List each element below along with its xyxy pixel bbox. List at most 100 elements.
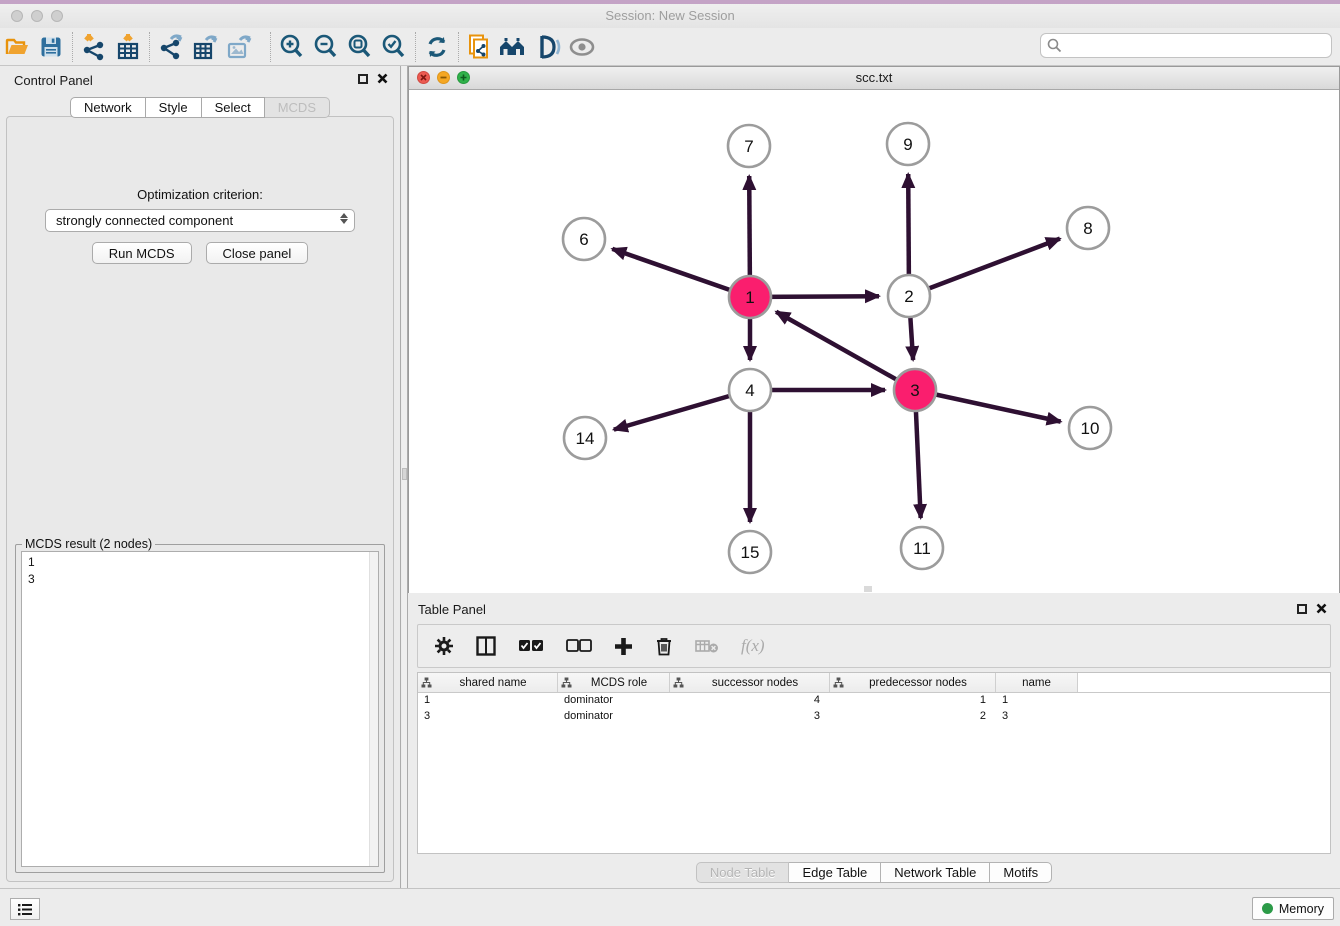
float-panel-icon[interactable] (1297, 604, 1307, 614)
node-label: 3 (910, 381, 919, 400)
network-window-titlebar[interactable]: scc.txt (409, 67, 1339, 90)
import-table-button[interactable] (111, 32, 145, 62)
refresh-layout-button[interactable] (420, 32, 454, 62)
zoom-selected-icon (380, 33, 408, 61)
zoom-selected-button[interactable] (377, 32, 411, 62)
ndex-button[interactable] (531, 32, 565, 62)
column-header-predecessor-nodes[interactable]: predecessor nodes (830, 673, 996, 692)
node-14[interactable]: 14 (564, 417, 606, 459)
edge-3-1[interactable] (776, 312, 915, 390)
split-panel-button[interactable] (476, 636, 496, 656)
node-label: 6 (579, 230, 588, 249)
table-cell[interactable]: 3 (670, 709, 830, 725)
tab-select[interactable]: Select (202, 97, 265, 118)
node-label: 4 (745, 381, 754, 400)
delete-column-button[interactable] (655, 636, 673, 656)
table-cell[interactable]: 3 (996, 709, 1078, 725)
table-cell[interactable]: dominator (558, 709, 670, 725)
node-2[interactable]: 2 (888, 275, 930, 317)
zoom-in-button[interactable] (275, 32, 309, 62)
delete-table-button[interactable] (695, 638, 719, 654)
table-cell[interactable]: dominator (558, 693, 670, 709)
node-1[interactable]: 1 (729, 276, 771, 318)
mcds-result-area[interactable]: 13 (21, 551, 379, 867)
hide-columns-button[interactable] (566, 639, 592, 653)
first-neighbors-button[interactable] (497, 32, 531, 62)
memory-button[interactable]: Memory (1252, 897, 1334, 920)
tab-node-table[interactable]: Node Table (696, 862, 790, 883)
toolbar-divider (72, 32, 73, 62)
close-panel-icon[interactable] (1316, 603, 1327, 614)
network-graph[interactable]: 1 2 3 4 6 7 8 9 10 11 14 15 (409, 90, 1339, 593)
node-10[interactable]: 10 (1069, 407, 1111, 449)
tab-motifs[interactable]: Motifs (990, 862, 1052, 883)
table-cell[interactable]: 1 (830, 693, 996, 709)
canvas-resize-grip[interactable] (864, 586, 872, 592)
control-panel-tabs: NetworkStyleSelectMCDS (0, 97, 400, 118)
network-view-window: scc.txt 1 2 3 4 6 7 8 9 10 11 14 15 (408, 66, 1340, 593)
tab-mcds[interactable]: MCDS (265, 97, 330, 118)
table-cell[interactable]: 1 (996, 693, 1078, 709)
open-session-button[interactable] (0, 32, 34, 62)
close-panel-icon[interactable] (377, 73, 388, 84)
table-settings-button[interactable] (434, 636, 454, 656)
node-table[interactable]: shared nameMCDS rolesuccessor nodes prede… (417, 672, 1331, 854)
search-input[interactable] (1040, 33, 1332, 58)
table-row[interactable]: 1dominator411 (418, 693, 1330, 709)
tab-network[interactable]: Network (70, 97, 146, 118)
save-session-button[interactable] (34, 32, 68, 62)
tab-style[interactable]: Style (146, 97, 202, 118)
table-cell[interactable]: 4 (670, 693, 830, 709)
node-8[interactable]: 8 (1067, 207, 1109, 249)
float-panel-icon[interactable] (358, 74, 368, 84)
search-icon (1047, 38, 1062, 53)
function-builder-button[interactable]: f(x) (741, 636, 765, 656)
node-7[interactable]: 7 (728, 125, 770, 167)
export-network-button[interactable] (154, 32, 188, 62)
tab-network-table[interactable]: Network Table (881, 862, 990, 883)
zoom-out-button[interactable] (309, 32, 343, 62)
result-scrollbar[interactable] (369, 552, 378, 866)
table-cell[interactable]: 3 (418, 709, 558, 725)
new-network-from-selection-button[interactable] (463, 32, 497, 62)
criterion-dropdown[interactable]: strongly connected component (45, 209, 355, 232)
node-label: 1 (745, 288, 754, 307)
column-label: predecessor nodes (844, 677, 992, 689)
node-9[interactable]: 9 (887, 123, 929, 165)
export-table-button[interactable] (188, 32, 222, 62)
split-panel-icon (476, 636, 496, 656)
edge-3-10[interactable] (915, 390, 1061, 422)
node-6[interactable]: 6 (563, 218, 605, 260)
table-cell[interactable]: 1 (418, 693, 558, 709)
column-header-MCDS-role[interactable]: MCDS role (558, 673, 670, 692)
edge-2-8[interactable] (909, 239, 1060, 296)
column-header-name[interactable]: name (996, 673, 1078, 692)
node-4[interactable]: 4 (729, 369, 771, 411)
splitter-grip[interactable] (402, 468, 407, 480)
table-settings-icon (434, 636, 454, 656)
table-panel-tabs: Node TableEdge TableNetwork TableMotifs (408, 862, 1340, 883)
node-15[interactable]: 15 (729, 531, 771, 573)
node-11[interactable]: 11 (901, 527, 943, 569)
zoom-fit-button[interactable] (343, 32, 377, 62)
column-header-successor-nodes[interactable]: successor nodes (670, 673, 830, 692)
table-cell[interactable]: 2 (830, 709, 996, 725)
toolbar-divider (415, 32, 416, 62)
close-panel-button[interactable]: Close panel (206, 242, 309, 264)
export-table-icon (191, 33, 219, 61)
show-columns-button[interactable] (518, 639, 544, 653)
run-mcds-button[interactable]: Run MCDS (92, 242, 192, 264)
column-header-shared-name[interactable]: shared name (418, 673, 558, 692)
hide-button[interactable] (565, 32, 599, 62)
export-image-button[interactable] (222, 32, 256, 62)
show-panels-button[interactable] (10, 898, 40, 920)
import-network-button[interactable] (77, 32, 111, 62)
add-column-button[interactable] (614, 637, 633, 656)
criterion-dropdown-value: strongly connected component (56, 213, 233, 228)
network-canvas[interactable]: 1 2 3 4 6 7 8 9 10 11 14 15 (409, 90, 1339, 593)
zoom-fit-icon (346, 33, 374, 61)
table-row[interactable]: 3dominator323 (418, 709, 1330, 725)
tab-edge-table[interactable]: Edge Table (789, 862, 881, 883)
node-3[interactable]: 3 (894, 369, 936, 411)
new-network-from-selection-icon (466, 33, 494, 61)
